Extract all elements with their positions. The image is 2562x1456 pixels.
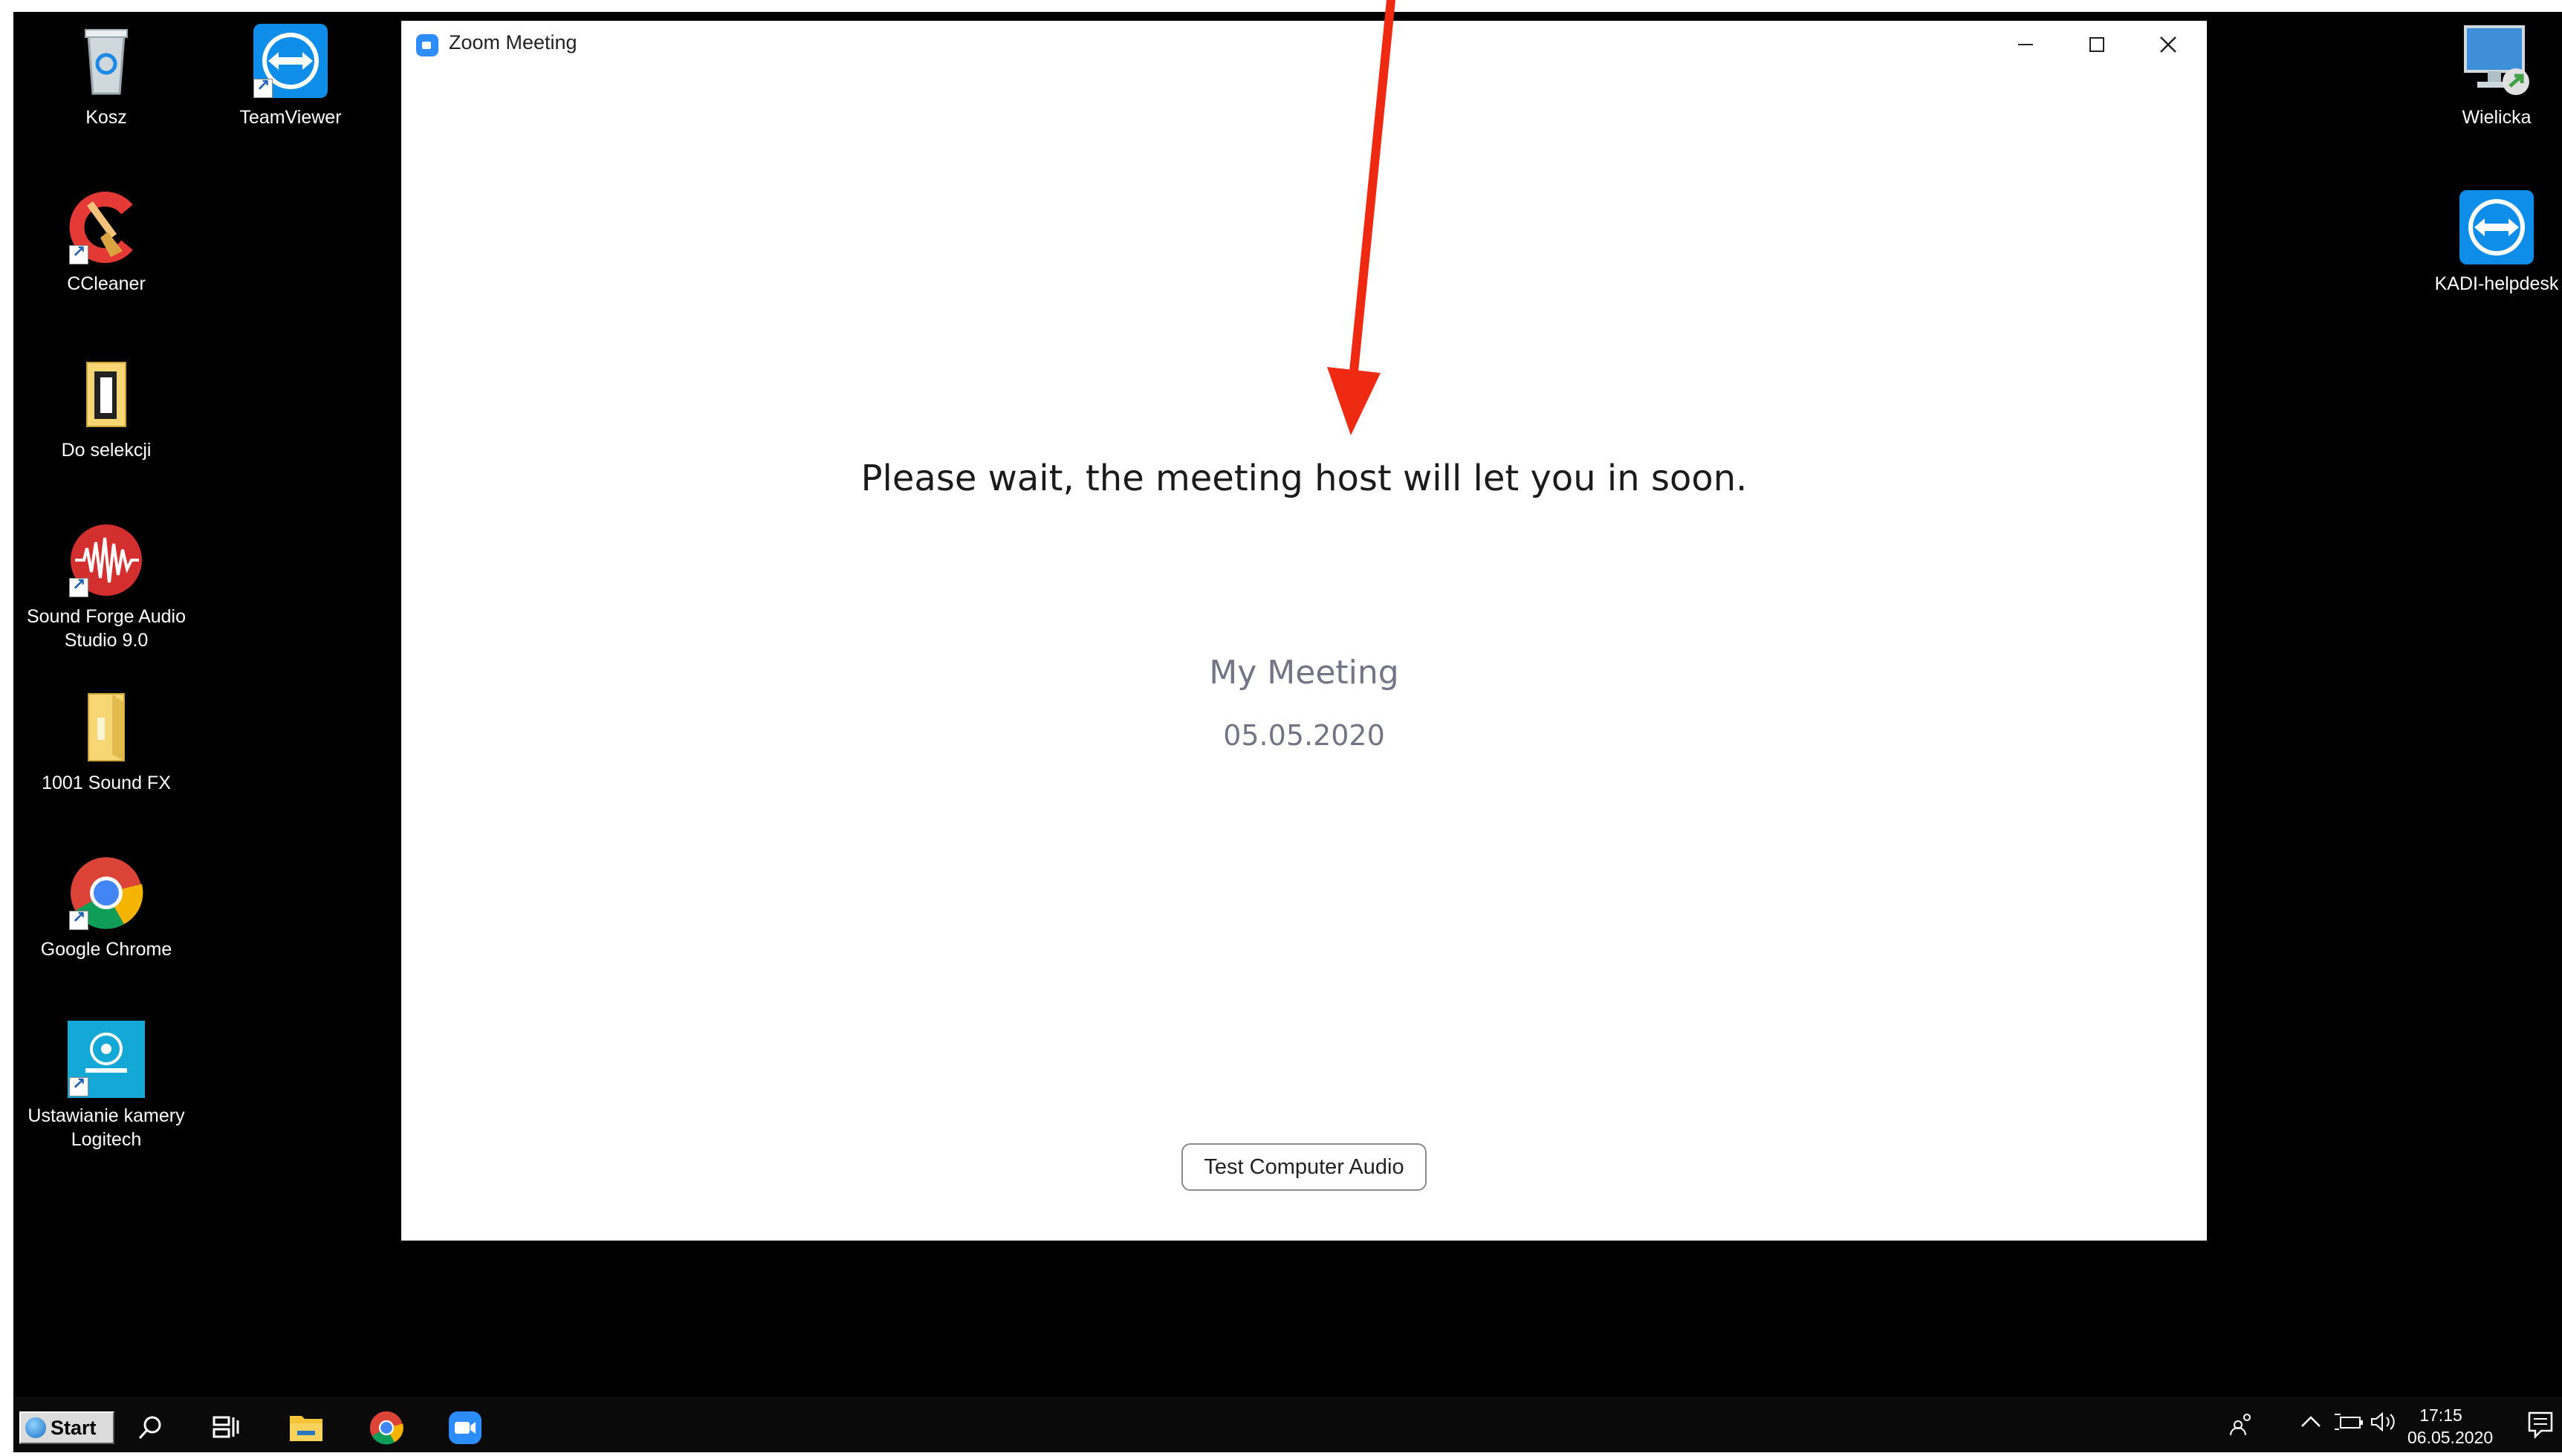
people-icon[interactable] bbox=[2228, 1410, 2254, 1442]
search-icon bbox=[138, 1416, 161, 1440]
desktop-icon-wielicka[interactable]: Wielicka bbox=[2407, 22, 2562, 129]
shortcut-arrow-icon bbox=[253, 77, 273, 98]
volume-icon[interactable] bbox=[2369, 1410, 2402, 1439]
desktop-icon-do-selekcji[interactable]: Do selekcji bbox=[17, 355, 195, 462]
teamviewer-icon bbox=[252, 22, 329, 100]
taskbar-zoom[interactable] bbox=[444, 1407, 486, 1449]
screen-frame-bottom bbox=[0, 1452, 2562, 1456]
desktop-icon-label: Ustawianie kamery Logitech bbox=[27, 1105, 185, 1150]
shortcut-arrow-icon bbox=[69, 909, 88, 930]
ccleaner-icon bbox=[68, 189, 145, 266]
action-center-icon[interactable] bbox=[2526, 1410, 2556, 1445]
zoom-icon bbox=[449, 1411, 481, 1444]
desktop-icon-label: Google Chrome bbox=[40, 939, 172, 960]
desktop-icon-ccleaner[interactable]: CCleaner bbox=[17, 189, 195, 296]
clock-time: 17:15 bbox=[2419, 1405, 2462, 1425]
desktop-icon-kadi-helpdesk[interactable]: KADI-helpdesk bbox=[2407, 189, 2562, 296]
meeting-name: My Meeting bbox=[1209, 654, 1399, 692]
logitech-camera-icon bbox=[68, 1021, 145, 1098]
desktop-icon-1001-sound-fx[interactable]: 1001 Sound FX bbox=[17, 688, 195, 795]
desktop-icon-logitech-camera[interactable]: Ustawianie kamery Logitech bbox=[17, 1021, 195, 1151]
desktop-icon-label: Kosz bbox=[85, 107, 127, 128]
shortcut-arrow-icon bbox=[69, 1075, 88, 1096]
test-computer-audio-button[interactable]: Test Computer Audio bbox=[1181, 1143, 1427, 1191]
waiting-room-message: Please wait, the meeting host will let y… bbox=[860, 458, 1748, 499]
folder-icon bbox=[68, 355, 145, 432]
shortcut-arrow-icon bbox=[69, 576, 88, 597]
start-button[interactable]: Start bbox=[19, 1411, 114, 1444]
chrome-icon bbox=[369, 1411, 403, 1445]
file-explorer-icon bbox=[290, 1416, 322, 1441]
desktop-icon-google-chrome[interactable]: Google Chrome bbox=[17, 854, 195, 961]
shortcut-arrow-icon bbox=[69, 243, 88, 264]
zoom-app-icon bbox=[416, 34, 438, 56]
screen-frame-left bbox=[0, 0, 13, 1456]
start-orb-icon bbox=[25, 1417, 46, 1438]
network-battery-icon[interactable] bbox=[2333, 1410, 2366, 1439]
maximize-button[interactable] bbox=[2061, 24, 2133, 65]
taskbar-file-explorer[interactable] bbox=[285, 1407, 327, 1449]
sound-forge-icon bbox=[68, 521, 145, 599]
desktop-icon-label: Do selekcji bbox=[61, 440, 152, 461]
window-title: Zoom Meeting bbox=[449, 31, 577, 53]
chrome-icon bbox=[68, 854, 145, 932]
desktop-icon-label: Sound Forge Audio Studio 9.0 bbox=[26, 606, 187, 651]
minimize-button[interactable] bbox=[1990, 24, 2061, 65]
desktop-icon-label: Wielicka bbox=[2462, 107, 2532, 128]
desktop-icon-teamviewer[interactable]: TeamViewer bbox=[201, 22, 380, 129]
desktop-icon-recycle-bin[interactable]: Kosz bbox=[17, 22, 195, 129]
show-hidden-icons-chevron-icon[interactable] bbox=[2299, 1410, 2323, 1439]
desktop-icon-label: CCleaner bbox=[67, 273, 146, 294]
maximize-icon bbox=[2089, 37, 2104, 52]
folder-icon bbox=[68, 688, 145, 765]
close-icon bbox=[2160, 36, 2176, 53]
remote-desktop-icon bbox=[2458, 22, 2535, 100]
teamviewer-icon bbox=[2458, 189, 2535, 266]
search-button[interactable] bbox=[129, 1407, 171, 1449]
desktop-icon-label: KADI-helpdesk bbox=[2434, 273, 2559, 294]
desktop-icon-sound-forge[interactable]: Sound Forge Audio Studio 9.0 bbox=[17, 521, 195, 652]
recycle-bin-icon bbox=[68, 22, 145, 100]
start-label: Start bbox=[51, 1416, 97, 1439]
desktop-icon-label: TeamViewer bbox=[239, 107, 342, 128]
desktop-icon-label: 1001 Sound FX bbox=[42, 773, 171, 793]
meeting-date: 05.05.2020 bbox=[1223, 719, 1385, 752]
taskbar: Start 17:15 06.05.2020 bbox=[13, 1397, 2562, 1452]
close-button[interactable] bbox=[2133, 24, 2204, 65]
taskbar-clock[interactable]: 17:15 06.05.2020 bbox=[2407, 1404, 2494, 1449]
annotation-arrow bbox=[1327, 0, 1395, 435]
taskbar-google-chrome[interactable] bbox=[366, 1407, 407, 1449]
task-view-button[interactable] bbox=[205, 1407, 247, 1449]
clock-date: 06.05.2020 bbox=[2407, 1428, 2494, 1447]
task-view-icon bbox=[213, 1416, 239, 1438]
minimize-icon bbox=[2018, 44, 2033, 45]
screen-frame-top bbox=[0, 0, 2562, 12]
